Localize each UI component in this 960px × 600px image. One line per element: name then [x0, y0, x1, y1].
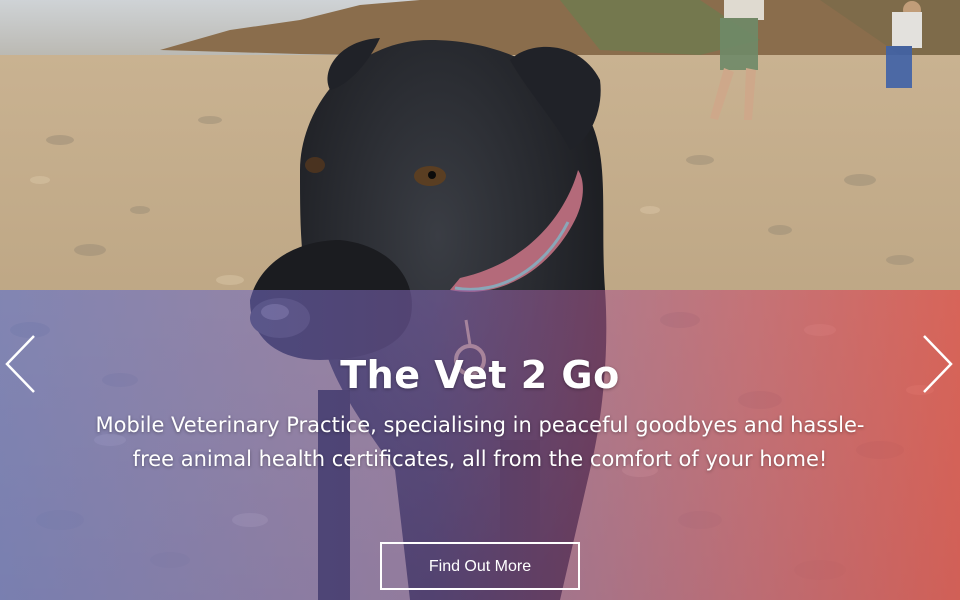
hero-slider: The Vet 2 Go Mobile Veterinary Practice,… — [0, 0, 960, 600]
hero-content: The Vet 2 Go Mobile Veterinary Practice,… — [0, 350, 960, 476]
find-out-more-button[interactable]: Find Out More — [380, 542, 580, 590]
hero-title: The Vet 2 Go — [340, 353, 620, 397]
hero-subtitle: Mobile Veterinary Practice, specialising… — [95, 413, 865, 471]
